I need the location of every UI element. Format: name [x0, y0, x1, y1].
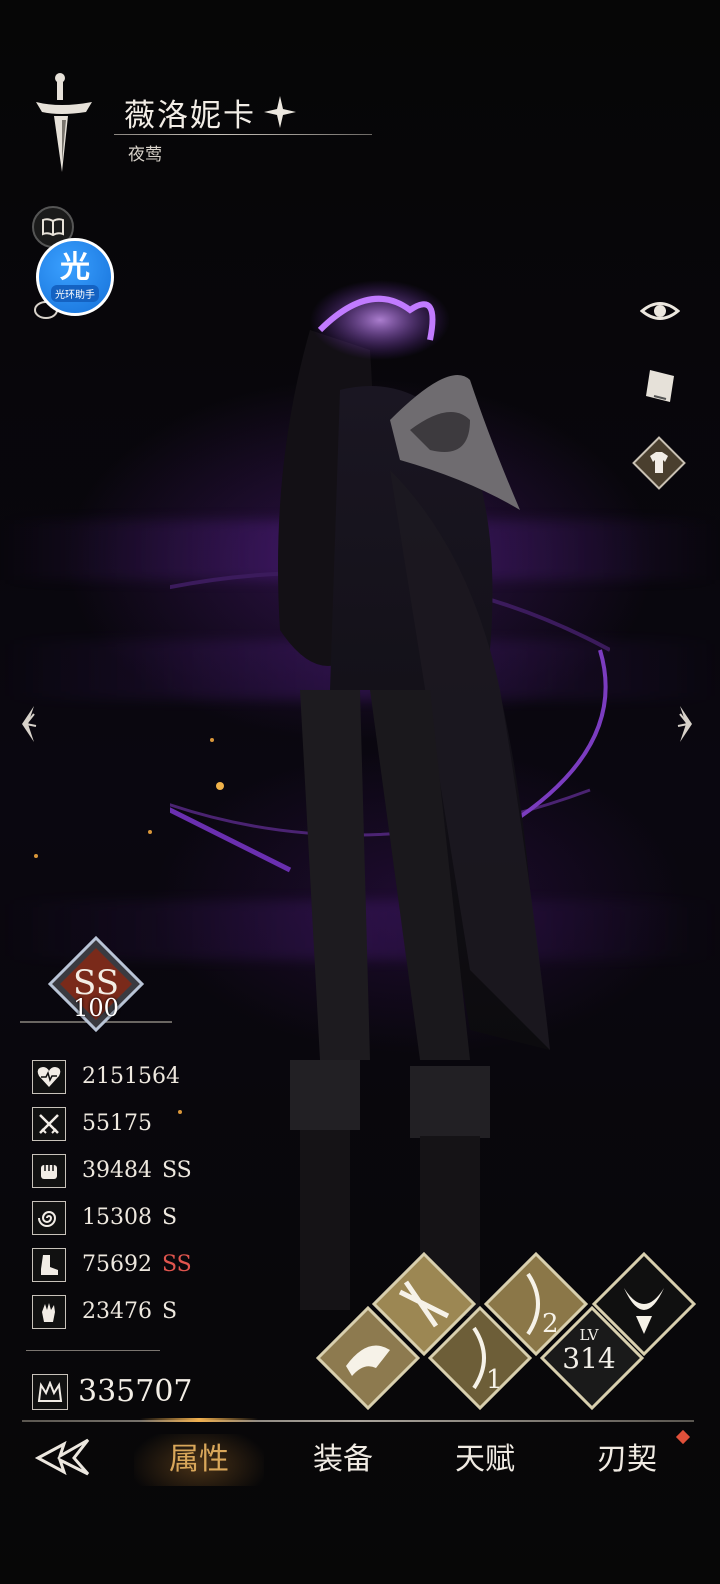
previous-character-arrow-icon[interactable] — [14, 704, 42, 744]
active-tab-indicator — [140, 1418, 258, 1422]
class-name: 夜莺 — [128, 145, 162, 165]
stats-divider — [26, 1350, 160, 1351]
heart-icon — [32, 1060, 66, 1094]
stat-value: 39484 SS — [82, 1158, 192, 1183]
stat-row-focus: 15308 S — [32, 1201, 232, 1239]
eye-icon[interactable] — [640, 294, 680, 328]
tab-blade-pact[interactable]: 刃契 — [562, 1434, 692, 1486]
stat-value: 55175 — [82, 1111, 152, 1136]
assistant-badge-label: 光环助手 — [51, 284, 99, 302]
card-icon[interactable] — [640, 366, 680, 406]
next-character-arrow-icon[interactable] — [672, 704, 700, 744]
stat-value: 75692 SS — [82, 1252, 192, 1277]
assistant-badge[interactable]: 光 光环助手 — [36, 238, 114, 316]
star-icon — [264, 96, 296, 128]
stat-row-hp: 2151564 — [32, 1060, 232, 1098]
name-divider — [114, 134, 372, 135]
stat-row-dexterity: 23476 S — [32, 1295, 232, 1333]
character-screen: 薇洛妮卡 夜莺 光 光环助手 SS 100 2151564 55175 3948… — [0, 0, 720, 1584]
tab-equipment[interactable]: 装备 — [278, 1434, 408, 1486]
character-name: 薇洛妮卡 — [124, 98, 256, 134]
stat-row-attack: 55175 — [32, 1107, 232, 1145]
tab-attributes[interactable]: 属性 — [134, 1434, 264, 1486]
combat-power-value: 335707 — [78, 1374, 193, 1409]
back-emblem-icon[interactable] — [34, 1436, 94, 1478]
crown-icon — [32, 1374, 68, 1410]
fist-icon — [32, 1154, 66, 1188]
stat-row-agility: 75692 SS — [32, 1248, 232, 1286]
stat-value: 2151564 — [82, 1064, 180, 1089]
hand-icon — [32, 1295, 66, 1329]
skill-number: 1 — [486, 1365, 503, 1395]
nav-divider — [22, 1420, 694, 1422]
crossed-swords-icon — [32, 1107, 66, 1141]
stat-value: 15308 S — [82, 1205, 178, 1230]
rank-level: 100 — [73, 994, 119, 1022]
outfit-icon[interactable] — [632, 436, 686, 490]
boot-icon — [32, 1248, 66, 1282]
tab-talents[interactable]: 天赋 — [420, 1434, 550, 1486]
stat-row-strength: 39484 SS — [32, 1154, 232, 1192]
spiral-icon — [32, 1201, 66, 1235]
skill-slot-emblem[interactable] — [592, 1252, 696, 1356]
assistant-badge-char: 光 — [60, 249, 90, 285]
dagger-class-icon — [36, 73, 92, 172]
stat-value: 23476 S — [82, 1299, 178, 1324]
